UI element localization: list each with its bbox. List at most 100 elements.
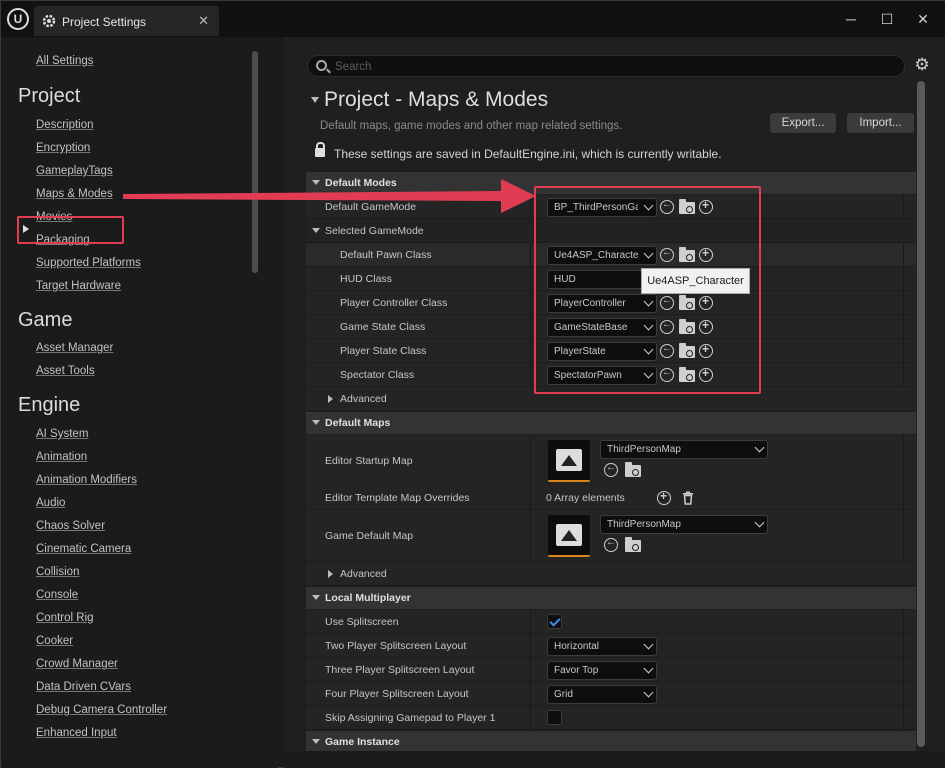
collapse-arrow-icon — [312, 180, 320, 185]
row-label: Default GameMode — [325, 201, 417, 213]
nav-chaos-solver[interactable]: Chaos Solver — [36, 520, 105, 532]
search-input[interactable] — [335, 59, 895, 74]
column-divider — [903, 195, 904, 218]
nav-ai-system[interactable]: AI System — [36, 428, 88, 440]
column-divider — [903, 610, 904, 633]
search-icon — [316, 60, 327, 71]
column-divider — [530, 291, 531, 314]
array-count: 0 Array elements — [546, 492, 625, 504]
use-selected-icon[interactable] — [604, 462, 618, 477]
unlock-icon — [315, 142, 325, 157]
minimize-button[interactable]: ─ — [841, 9, 861, 29]
category-default-maps[interactable]: Default Maps — [306, 412, 916, 434]
settings-gear-icon[interactable]: ⚙ — [913, 56, 931, 74]
nav-cooker[interactable]: Cooker — [36, 635, 73, 647]
maximize-button[interactable]: ☐ — [877, 9, 897, 29]
content-scrollbar[interactable] — [917, 81, 925, 747]
editor-startup-map-combo[interactable]: ThirdPersonMap — [600, 440, 768, 459]
active-nav-highlight — [17, 216, 124, 244]
project-settings-tab[interactable]: Project Settings ✕ — [34, 6, 219, 36]
column-divider — [530, 510, 531, 561]
category-game-instance[interactable]: Game Instance — [306, 731, 916, 753]
row-label: Advanced — [340, 568, 387, 580]
nav-gameplay-tags[interactable]: GameplayTags — [36, 165, 113, 177]
nav-target-hardware[interactable]: Target Hardware — [36, 280, 121, 292]
close-button[interactable]: ✕ — [913, 9, 933, 29]
browse-folder-icon[interactable] — [625, 462, 641, 477]
tab-title: Project Settings — [62, 15, 147, 29]
settings-gear-icon — [42, 14, 56, 28]
row-label: Four Player Splitscreen Layout — [325, 688, 469, 700]
nav-collision[interactable]: Collision — [36, 566, 79, 578]
sidebar-scrollbar[interactable] — [252, 51, 258, 273]
skip-gamepad-checkbox[interactable] — [547, 710, 562, 725]
tab-close-icon[interactable]: ✕ — [198, 13, 209, 29]
nav-all-settings[interactable]: All Settings — [36, 55, 94, 67]
nav-cinematic-camera[interactable]: Cinematic Camera — [36, 543, 131, 555]
category-local-multiplayer[interactable]: Local Multiplayer — [306, 587, 916, 609]
collapse-arrow-icon[interactable] — [311, 97, 319, 103]
column-divider — [903, 243, 904, 266]
section-project: Project — [18, 85, 81, 107]
column-divider — [530, 267, 531, 290]
column-divider — [903, 682, 904, 705]
row-label: HUD Class — [340, 273, 392, 285]
nav-control-rig[interactable]: Control Rig — [36, 612, 94, 624]
nav-description[interactable]: Description — [36, 119, 94, 131]
column-divider — [530, 435, 531, 486]
map-thumbnail[interactable] — [548, 515, 590, 557]
combo-value: ThirdPersonMap — [607, 444, 681, 455]
nav-asset-tools[interactable]: Asset Tools — [36, 365, 95, 377]
category-label: Default Modes — [325, 177, 397, 189]
map-thumbnail[interactable] — [548, 440, 590, 482]
category-label: Default Maps — [325, 417, 391, 429]
nav-animation[interactable]: Animation — [36, 451, 87, 463]
row-label: Use Splitscreen — [325, 616, 399, 628]
export-button[interactable]: Export... — [770, 113, 836, 133]
expand-arrow-icon — [328, 395, 333, 403]
use-splitscreen-checkbox[interactable] — [547, 614, 562, 629]
nav-encryption[interactable]: Encryption — [36, 142, 90, 154]
collapse-arrow-icon — [312, 739, 320, 744]
add-element-icon[interactable] — [657, 489, 671, 505]
map-icon — [556, 524, 582, 546]
three-player-layout-combo[interactable]: Favor Top — [547, 661, 657, 680]
nav-crowd-manager[interactable]: Crowd Manager — [36, 658, 118, 670]
search-box[interactable] — [307, 55, 905, 77]
nav-console[interactable]: Console — [36, 589, 78, 601]
game-default-map-combo[interactable]: ThirdPersonMap — [600, 515, 768, 534]
nav-supported-platforms[interactable]: Supported Platforms — [36, 257, 141, 269]
nav-maps-modes[interactable]: Maps & Modes — [36, 188, 113, 200]
page-subtitle: Default maps, game modes and other map r… — [320, 120, 623, 132]
nav-data-driven-cvars[interactable]: Data Driven CVars — [36, 681, 131, 693]
trash-icon[interactable] — [681, 491, 695, 505]
nav-asset-manager[interactable]: Asset Manager — [36, 342, 113, 354]
nav-debug-camera-controller[interactable]: Debug Camera Controller — [36, 704, 167, 716]
four-player-layout-combo[interactable]: Grid — [547, 685, 657, 704]
nav-audio[interactable]: Audio — [36, 497, 65, 509]
column-divider — [530, 658, 531, 681]
column-divider — [530, 634, 531, 657]
title-bar: U Project Settings ✕ ─ ☐ ✕ — [1, 1, 945, 37]
use-selected-icon[interactable] — [604, 537, 618, 552]
bottom-strip — [284, 751, 945, 768]
column-divider — [530, 486, 531, 509]
row-advanced-maps[interactable]: Advanced — [306, 562, 916, 586]
nav-enhanced-input[interactable]: Enhanced Input — [36, 727, 117, 739]
nav-animation-modifiers[interactable]: Animation Modifiers — [36, 474, 137, 486]
window: U Project Settings ✕ ─ ☐ ✕ All Settings … — [0, 0, 945, 768]
combo-value: Grid — [554, 689, 573, 700]
column-divider — [530, 195, 531, 218]
column-divider — [903, 658, 904, 681]
section-engine: Engine — [18, 394, 81, 416]
row-skip-gamepad: Skip Assigning Gamepad to Player 1 — [306, 706, 916, 730]
column-divider — [530, 682, 531, 705]
import-button[interactable]: Import... — [847, 113, 914, 133]
column-divider — [903, 267, 904, 290]
collapse-arrow-icon — [312, 420, 320, 425]
row-label: Editor Template Map Overrides — [325, 492, 470, 504]
row-label: Game Default Map — [325, 530, 414, 542]
browse-folder-icon[interactable] — [625, 537, 641, 552]
expand-arrow-icon — [328, 570, 333, 578]
two-player-layout-combo[interactable]: Horizontal — [547, 637, 657, 656]
